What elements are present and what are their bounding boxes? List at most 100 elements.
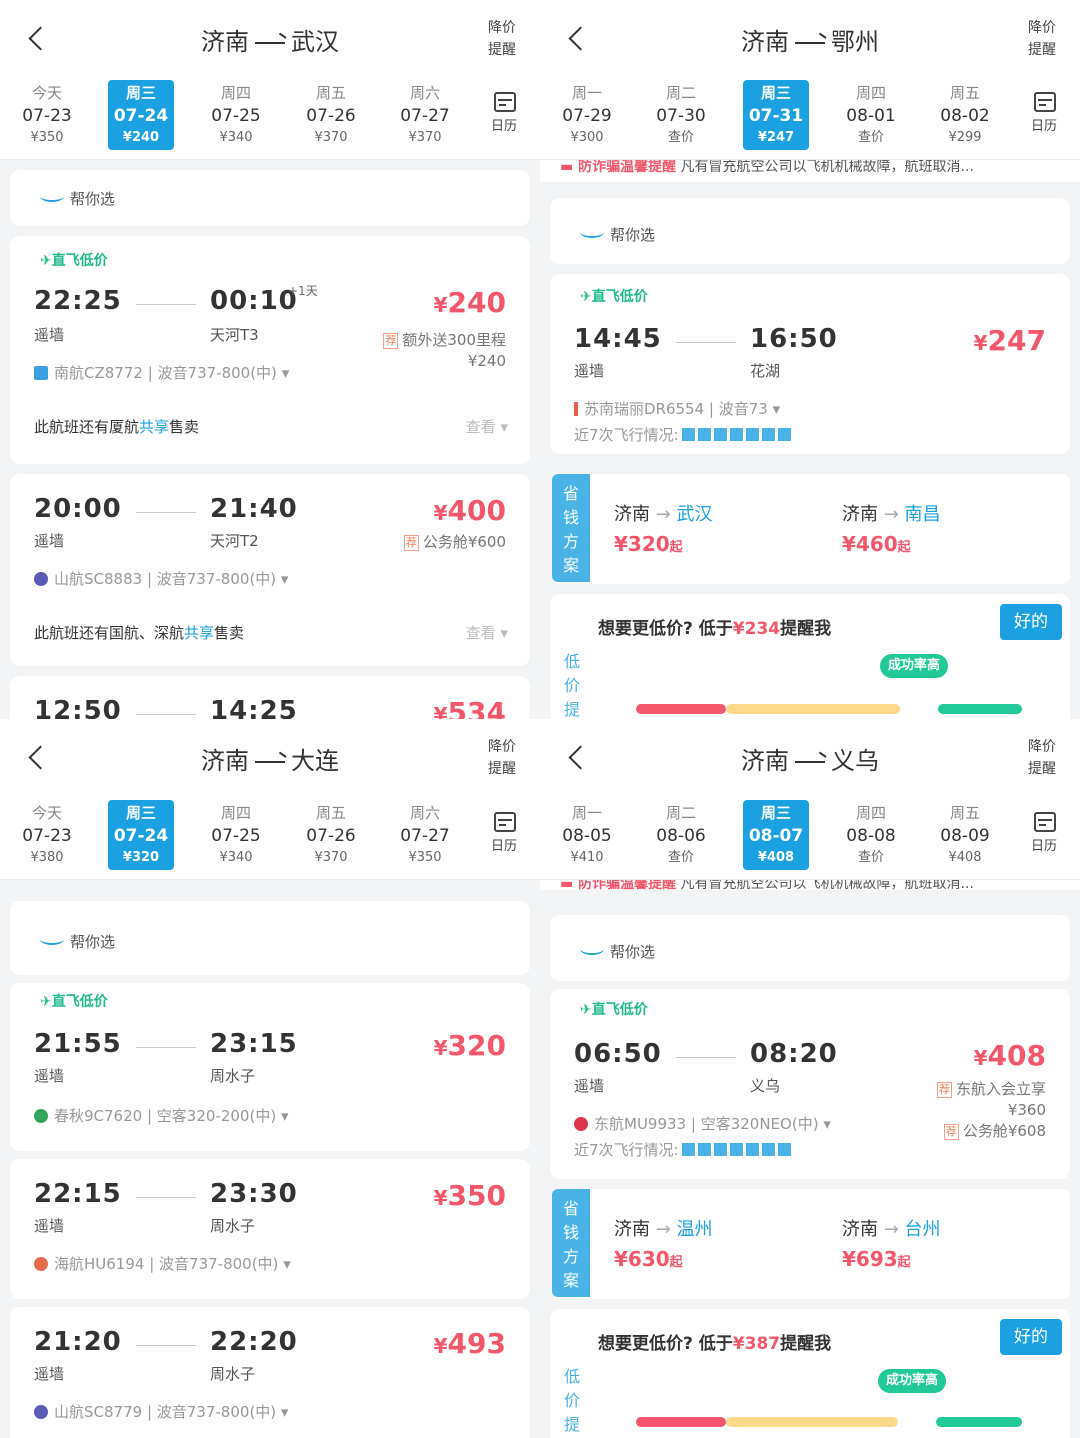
date-price: ¥340 [219,130,253,145]
help-choose-bar[interactable]: 帮你选 [10,170,530,226]
flight-card[interactable]: ✈直飞低价 22:25 遥墙 00:10 +1天 天河T3 ¥240 荐额外送3… [10,236,530,464]
direct-low-tag: ✈直飞低价 [40,994,108,1010]
view-button[interactable]: 查看 ▾ [466,622,508,643]
date-tab[interactable]: 周四 07-25 ¥340 [203,80,269,150]
direct-low-tag: ✈直飞低价 [580,1002,648,1018]
alt-route[interactable]: 济南 → 武汉 [614,500,713,526]
calendar-button[interactable]: 日历 [1030,812,1060,854]
date-tab[interactable]: 周一 07-29 ¥300 [554,80,620,150]
date-tab[interactable]: 周二 08-06 查价 [648,800,714,870]
flight-info: 春秋9C7620 | 空客320-200(中) ▾ [34,1105,289,1126]
alt-route[interactable]: 济南 → 台州 [842,1215,941,1241]
date-tab[interactable]: 今天 07-23 ¥380 [14,800,80,870]
fraud-warning[interactable]: ▬ 防诈骗温馨提醒 凡有冒充航空公司以飞机机械故障，航班取消... [540,880,1080,890]
alt-from: 济南 [614,1219,650,1240]
date-price: ¥410 [570,850,604,865]
ruili-logo-icon [574,402,578,416]
codeshare-pre: 此航班还有厦航 [34,418,140,436]
date-tab[interactable]: 周六 07-27 ¥350 [392,800,458,870]
calendar-button[interactable]: 日历 [490,812,520,854]
date-tab[interactable]: 周四 07-25 ¥340 [203,800,269,870]
warning-title: 防诈骗温馨提醒 [578,160,677,175]
price-bar-high [636,704,726,714]
dep-airport: 遥墙 [34,1365,65,1383]
help-choose-bar[interactable]: 帮你选 [10,901,530,975]
csair-logo-icon [34,366,48,380]
airline: 苏南瑞丽DR6554 [584,400,705,418]
flight-line [136,1345,196,1346]
fraud-warning[interactable]: ▬ 防诈骗温馨提醒 凡有冒充航空公司以飞机机械故障，航班取消... [540,160,1080,182]
date-tab[interactable]: 周五 07-26 ¥370 [298,80,364,150]
price-alert-button[interactable]: 降价 提醒 [486,736,518,780]
flight-card[interactable]: 22:15 遥墙 23:30 周水子 ¥350 海航HU6194 | 波音737… [10,1159,530,1299]
price-bar-high [636,1417,726,1427]
price-alert-button[interactable]: 降价 提醒 [1026,736,1058,780]
alt-route[interactable]: 济南 → 温州 [614,1215,713,1241]
flight-card[interactable]: ✈直飞低价 14:45 遥墙 16:50 花湖 ¥247 苏南瑞丽DR6554 … [550,274,1070,454]
check-icon [729,1143,743,1156]
date-tab[interactable]: 周五 08-02 ¥299 [932,80,998,150]
check-icon [681,1143,695,1156]
date-weekday: 今天 [31,804,62,822]
date-tab[interactable]: 周五 08-09 ¥408 [932,800,998,870]
save-tab: 省钱方案 [552,1189,590,1297]
price-alert-button[interactable]: 降价 提醒 [486,17,518,61]
header: 济南 大连 降价 提醒 [0,719,540,796]
date-tab[interactable]: 周二 07-30 查价 [648,80,714,150]
date-value: 08-08 [846,826,896,846]
date-tab-selected[interactable]: 周三 07-24 ¥320 [108,800,174,870]
arrow-icon [795,761,825,763]
date-tab[interactable]: 今天 07-23 ¥350 [14,80,80,150]
flight-price: ¥350 [433,1179,506,1212]
help-label: 帮你选 [610,226,656,244]
flight-card[interactable]: ✈直飞低价 21:55 遥墙 23:15 周水子 ¥320 春秋9C7620 |… [10,983,530,1151]
calendar-button[interactable]: 日历 [490,92,520,134]
alt-price-value: ¥320 [614,532,670,556]
ok-button[interactable]: 好的 [1000,1319,1062,1355]
date-tab[interactable]: 周四 08-08 查价 [838,800,904,870]
price-alert-button[interactable]: 降价 提醒 [1026,17,1058,61]
arr-airport: 周水子 [210,1217,256,1235]
date-value: 08-07 [748,826,804,846]
date-price: ¥370 [314,850,348,865]
codeshare-word: 共享 [184,624,215,642]
date-tab-selected[interactable]: 周三 07-24 ¥240 [108,80,174,150]
from-city: 济南 [741,28,789,56]
date-value: 07-23 [22,826,72,846]
route-title: 济南 大连 [0,741,540,776]
date-tab-selected[interactable]: 周三 08-07 ¥408 [743,800,809,870]
dep-time: 20:00 [34,494,122,524]
flight-card[interactable]: 12:50 14:25 ¥534 [10,676,530,719]
date-value: 07-23 [22,106,72,126]
view-button[interactable]: 查看 ▾ [466,416,508,437]
help-choose-bar[interactable]: 帮你选 [550,915,1070,981]
date-tab[interactable]: 周六 07-27 ¥370 [392,80,458,150]
alt-route[interactable]: 济南 → 南昌 [842,500,941,526]
date-tab[interactable]: 周四 08-01 查价 [838,80,904,150]
ok-button[interactable]: 好的 [1000,604,1062,640]
date-tab-selected[interactable]: 周三 07-31 ¥247 [743,80,809,150]
date-tab[interactable]: 周五 07-26 ¥370 [298,800,364,870]
date-tab[interactable]: 周一 08-05 ¥410 [554,800,620,870]
flight-price: ¥493 [433,1327,506,1360]
help-choose-bar[interactable]: 帮你选 [550,198,1070,264]
calendar-button[interactable]: 日历 [1030,92,1060,134]
flight-card[interactable]: 20:00 遥墙 21:40 天河T2 ¥400 荐公务舱¥600 山航SC88… [10,474,530,666]
alt-price-value: ¥460 [842,532,898,556]
ceair-logo-icon [574,1117,588,1131]
next-day-mark: +1天 [288,284,318,298]
panel-jinan-ezhou: 济南 鄂州 降价 提醒 周一 07-29 ¥300 周二 07-30 查价 周三 07-31… [540,0,1080,719]
alt-price-unit: 起 [669,540,683,555]
warning-title: 防诈骗温馨提醒 [578,880,677,890]
money-saving-plan: 省钱方案 济南 → 武汉 ¥320起 济南 → 南昌 ¥460起 [552,474,1070,584]
warning-icon: ▬ [560,880,579,890]
recommend-badge: 荐 [383,333,399,349]
date-weekday: 周一 [571,804,602,822]
date-value: 07-27 [400,106,450,126]
eye-icon [580,226,604,238]
calendar-label: 日历 [490,839,517,854]
flight-card[interactable]: ✈直飞低价 06:50 遥墙 08:20 义乌 ¥408 荐东航入会立享 ¥360… [550,989,1070,1179]
date-weekday: 周五 [949,84,980,102]
flight-card[interactable]: 21:20 遥墙 22:20 周水子 ¥493 山航SC8779 | 波音737… [10,1307,530,1438]
date-weekday: 周一 [571,84,602,102]
